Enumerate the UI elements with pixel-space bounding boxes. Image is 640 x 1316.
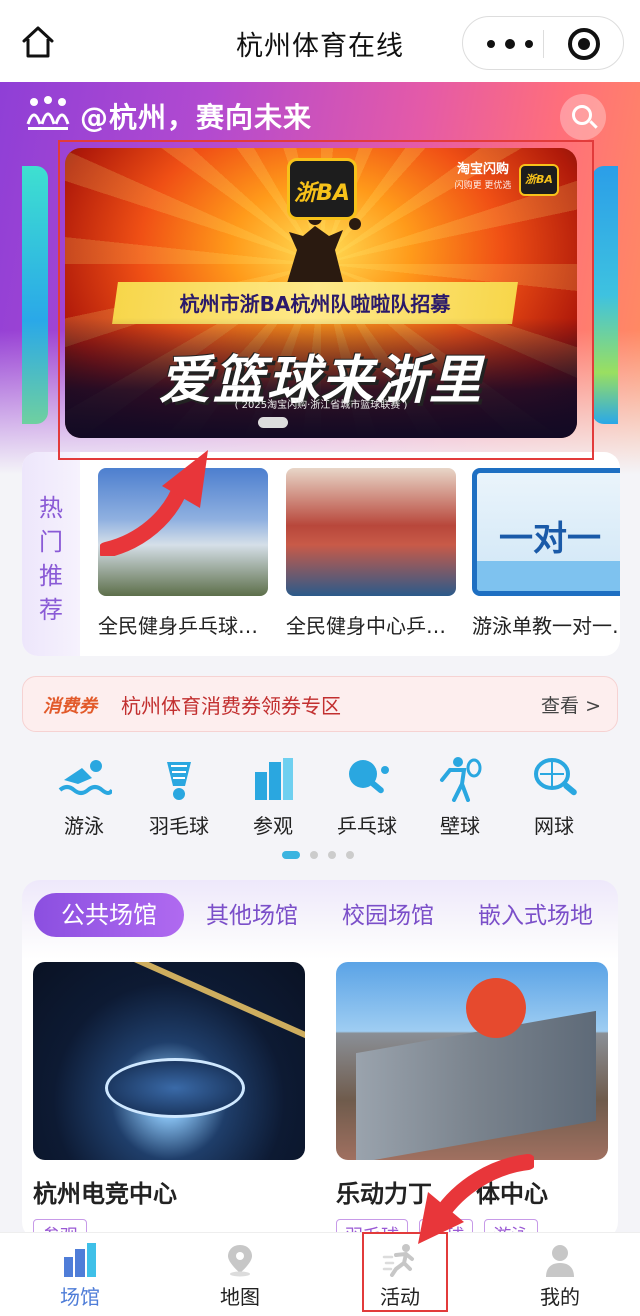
category-label: 参观 xyxy=(253,814,293,838)
hangzhou-sports-logo xyxy=(24,94,72,134)
tab-campus-venues[interactable]: 校园场馆 xyxy=(342,896,434,930)
thumb-caption: 一对一 xyxy=(499,519,601,559)
hero-slogan: @杭州，赛向未来 xyxy=(80,101,313,134)
hot-label-char: 门 xyxy=(39,528,63,556)
building-icon xyxy=(245,756,301,802)
category-label: 网球 xyxy=(534,814,574,838)
category-squash[interactable]: 壁球 xyxy=(420,756,500,839)
annotation-arrow-up-icon xyxy=(100,450,208,556)
venue-icon xyxy=(62,1243,98,1277)
venue-card[interactable]: 杭州电竞中心 参观 xyxy=(33,962,305,1251)
hot-label-char: 荐 xyxy=(39,596,63,624)
hot-label-char: 热 xyxy=(39,494,63,522)
bottom-tab-bar: 场馆 地图 活动 我的 xyxy=(0,1232,640,1316)
search-icon[interactable] xyxy=(560,94,606,140)
badminton-icon xyxy=(151,756,207,802)
category-visit[interactable]: 参观 xyxy=(233,756,313,839)
hot-item-title: 全民健身乒乓球… xyxy=(98,614,258,638)
annotation-arrow-down-icon xyxy=(418,1154,534,1244)
category-badminton[interactable]: 羽毛球 xyxy=(139,756,219,839)
venue-photo xyxy=(336,962,608,1160)
hot-item-title: 游泳单教一对一… xyxy=(472,614,620,638)
squash-icon xyxy=(432,756,488,802)
miniprogram-capsule xyxy=(462,16,624,70)
capsule-divider xyxy=(543,30,544,58)
hot-item-title: 全民健身中心乒… xyxy=(286,614,446,638)
hot-item-thumbnail: 一对一 xyxy=(472,468,620,596)
map-pin-icon xyxy=(222,1243,258,1277)
swimming-icon xyxy=(56,756,114,802)
tab-other-venues[interactable]: 其他场馆 xyxy=(206,896,298,930)
tab-embedded-venues[interactable]: 嵌入式场地 xyxy=(478,896,593,930)
category-tennis[interactable]: 网球 xyxy=(514,756,594,839)
table-tennis-icon xyxy=(339,756,395,802)
category-label: 乒乓球 xyxy=(337,814,397,838)
category-label: 游泳 xyxy=(64,814,104,838)
hot-item[interactable]: 全民健身中心乒… xyxy=(286,468,456,639)
venue-photo xyxy=(33,962,305,1160)
category-table-tennis[interactable]: 乒乓球 xyxy=(327,756,407,839)
carousel-prev-card[interactable] xyxy=(22,166,48,424)
hot-label-char: 推 xyxy=(39,562,63,590)
voucher-tag: 消费券 xyxy=(43,696,97,717)
voucher-text: 杭州体育消费券领券专区 xyxy=(121,694,341,718)
tennis-icon xyxy=(526,756,582,802)
carousel-next-card[interactable] xyxy=(592,166,618,424)
hot-recommend-label: 热 门 推 荐 xyxy=(22,452,80,656)
tabbar-venues[interactable]: 场馆 xyxy=(0,1233,160,1316)
venue-name: 杭州电竞中心 xyxy=(33,1180,177,1208)
hot-item[interactable]: 一对一 游泳单教一对一… xyxy=(472,468,620,639)
banner-highlight-box xyxy=(58,140,594,460)
tabbar-label: 场馆 xyxy=(60,1285,100,1309)
category-label: 羽毛球 xyxy=(149,814,209,838)
hot-item-thumbnail xyxy=(286,468,456,596)
tab-public-venues[interactable]: 公共场馆 xyxy=(34,893,184,937)
tabbar-map[interactable]: 地图 xyxy=(160,1233,320,1316)
voucher-view-link[interactable]: 查看 > xyxy=(541,691,601,718)
category-swimming[interactable]: 游泳 xyxy=(44,756,124,839)
category-label: 壁球 xyxy=(440,814,480,838)
profile-icon xyxy=(542,1243,578,1277)
tabbar-label: 我的 xyxy=(540,1285,580,1309)
tabbar-label: 地图 xyxy=(220,1285,260,1309)
top-nav-bar: 杭州体育在线 xyxy=(0,0,640,82)
close-miniprogram-icon[interactable] xyxy=(568,28,600,60)
more-options-icon[interactable] xyxy=(487,33,539,53)
voucher-banner[interactable]: 消费券 杭州体育消费券领券专区 查看 > xyxy=(22,676,618,732)
